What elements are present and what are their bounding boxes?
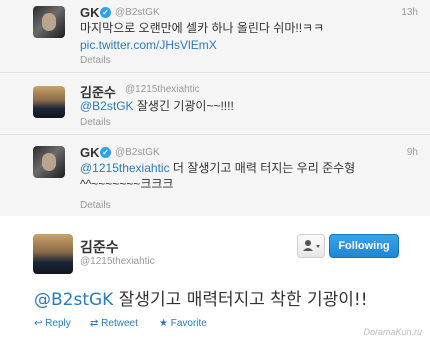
mention-link[interactable]: @B2stGK <box>34 290 113 310</box>
main-tweet-body: 잘생기고 매력터지고 착한 기광이!! <box>113 290 368 310</box>
tweet-author-name[interactable]: GK <box>80 145 100 160</box>
tweet-3[interactable]: GK ✓ @B2stGK 9h @1215thexiahtic 더 잘생기고 매… <box>0 134 430 217</box>
watermark: DoramaKun.ru <box>363 327 422 337</box>
main-avatar[interactable] <box>33 234 73 274</box>
mention-link[interactable]: @1215thexiahtic <box>80 161 170 175</box>
tweet-media-link[interactable]: pic.twitter.com/JHsVlEmX <box>80 38 217 52</box>
mention-link[interactable]: @B2stGK <box>80 99 134 113</box>
tweet-details-link[interactable]: Details <box>80 200 111 211</box>
reply-action[interactable]: ↩ Reply <box>34 318 71 329</box>
avatar-junsu[interactable] <box>33 86 65 118</box>
tweet-timestamp[interactable]: 13h <box>401 7 418 18</box>
favorite-label: Favorite <box>170 318 207 329</box>
tweet-text: 마지막으로 오랜만에 셀카 하나 올린다 쉬마!!ㅋㅋ <box>80 21 325 35</box>
tweet-1[interactable]: GK ✓ @B2stGK 13h 마지막으로 오랜만에 셀카 하나 올린다 쉬마… <box>0 0 430 73</box>
main-tweet-text: @B2stGK 잘생기고 매력터지고 착한 기광이!! <box>34 285 368 310</box>
tweet-text: @1215thexiahtic 더 잘생기고 매력 터지는 우리 준수형 ^^~… <box>80 160 380 192</box>
main-author-handle[interactable]: @1215thexiahtic <box>80 256 155 267</box>
main-author-name[interactable]: 김준수 <box>80 237 119 257</box>
reply-icon: ↩ <box>34 318 43 329</box>
favorite-icon: ★ <box>159 318 168 329</box>
tweet-timestamp[interactable]: 9h <box>407 147 418 158</box>
retweet-label: Retweet <box>101 318 138 329</box>
tweet-text-line2: ^^~~~~~~~크크크 <box>80 177 174 191</box>
favorite-action[interactable]: ★ Favorite <box>159 318 207 329</box>
tweet-author-handle[interactable]: @B2stGK <box>115 7 160 18</box>
tweet-author-handle[interactable]: @1215thexiahtic <box>125 84 200 95</box>
tweet-author-name[interactable]: GK <box>80 5 100 20</box>
user-dropdown-icon <box>303 240 320 251</box>
tweet-text: @B2stGK 잘생긴 기광이~~!!!! <box>80 98 234 114</box>
tweet-details-link[interactable]: Details <box>80 117 111 128</box>
verified-icon: ✓ <box>100 7 111 18</box>
avatar-gk[interactable] <box>33 6 65 38</box>
user-dropdown-button[interactable] <box>297 234 325 258</box>
retweet-icon: ⇄ <box>90 318 99 329</box>
tweet-author-handle[interactable]: @B2stGK <box>115 147 160 158</box>
tweet-text-body: 더 잘생기고 매력 터지는 우리 준수형 <box>169 161 356 175</box>
tweet-text-body: 잘생긴 기광이~~!!!! <box>133 99 234 113</box>
following-button[interactable]: Following <box>329 234 399 258</box>
verified-icon: ✓ <box>100 147 111 158</box>
avatar-gk[interactable] <box>33 146 65 178</box>
reply-label: Reply <box>45 318 71 329</box>
retweet-action[interactable]: ⇄ Retweet <box>90 318 138 329</box>
tweet-details-link[interactable]: Details <box>80 55 111 66</box>
tweet-2[interactable]: 김준수 @1215thexiahtic @B2stGK 잘생긴 기광이~~!!!… <box>0 72 430 135</box>
